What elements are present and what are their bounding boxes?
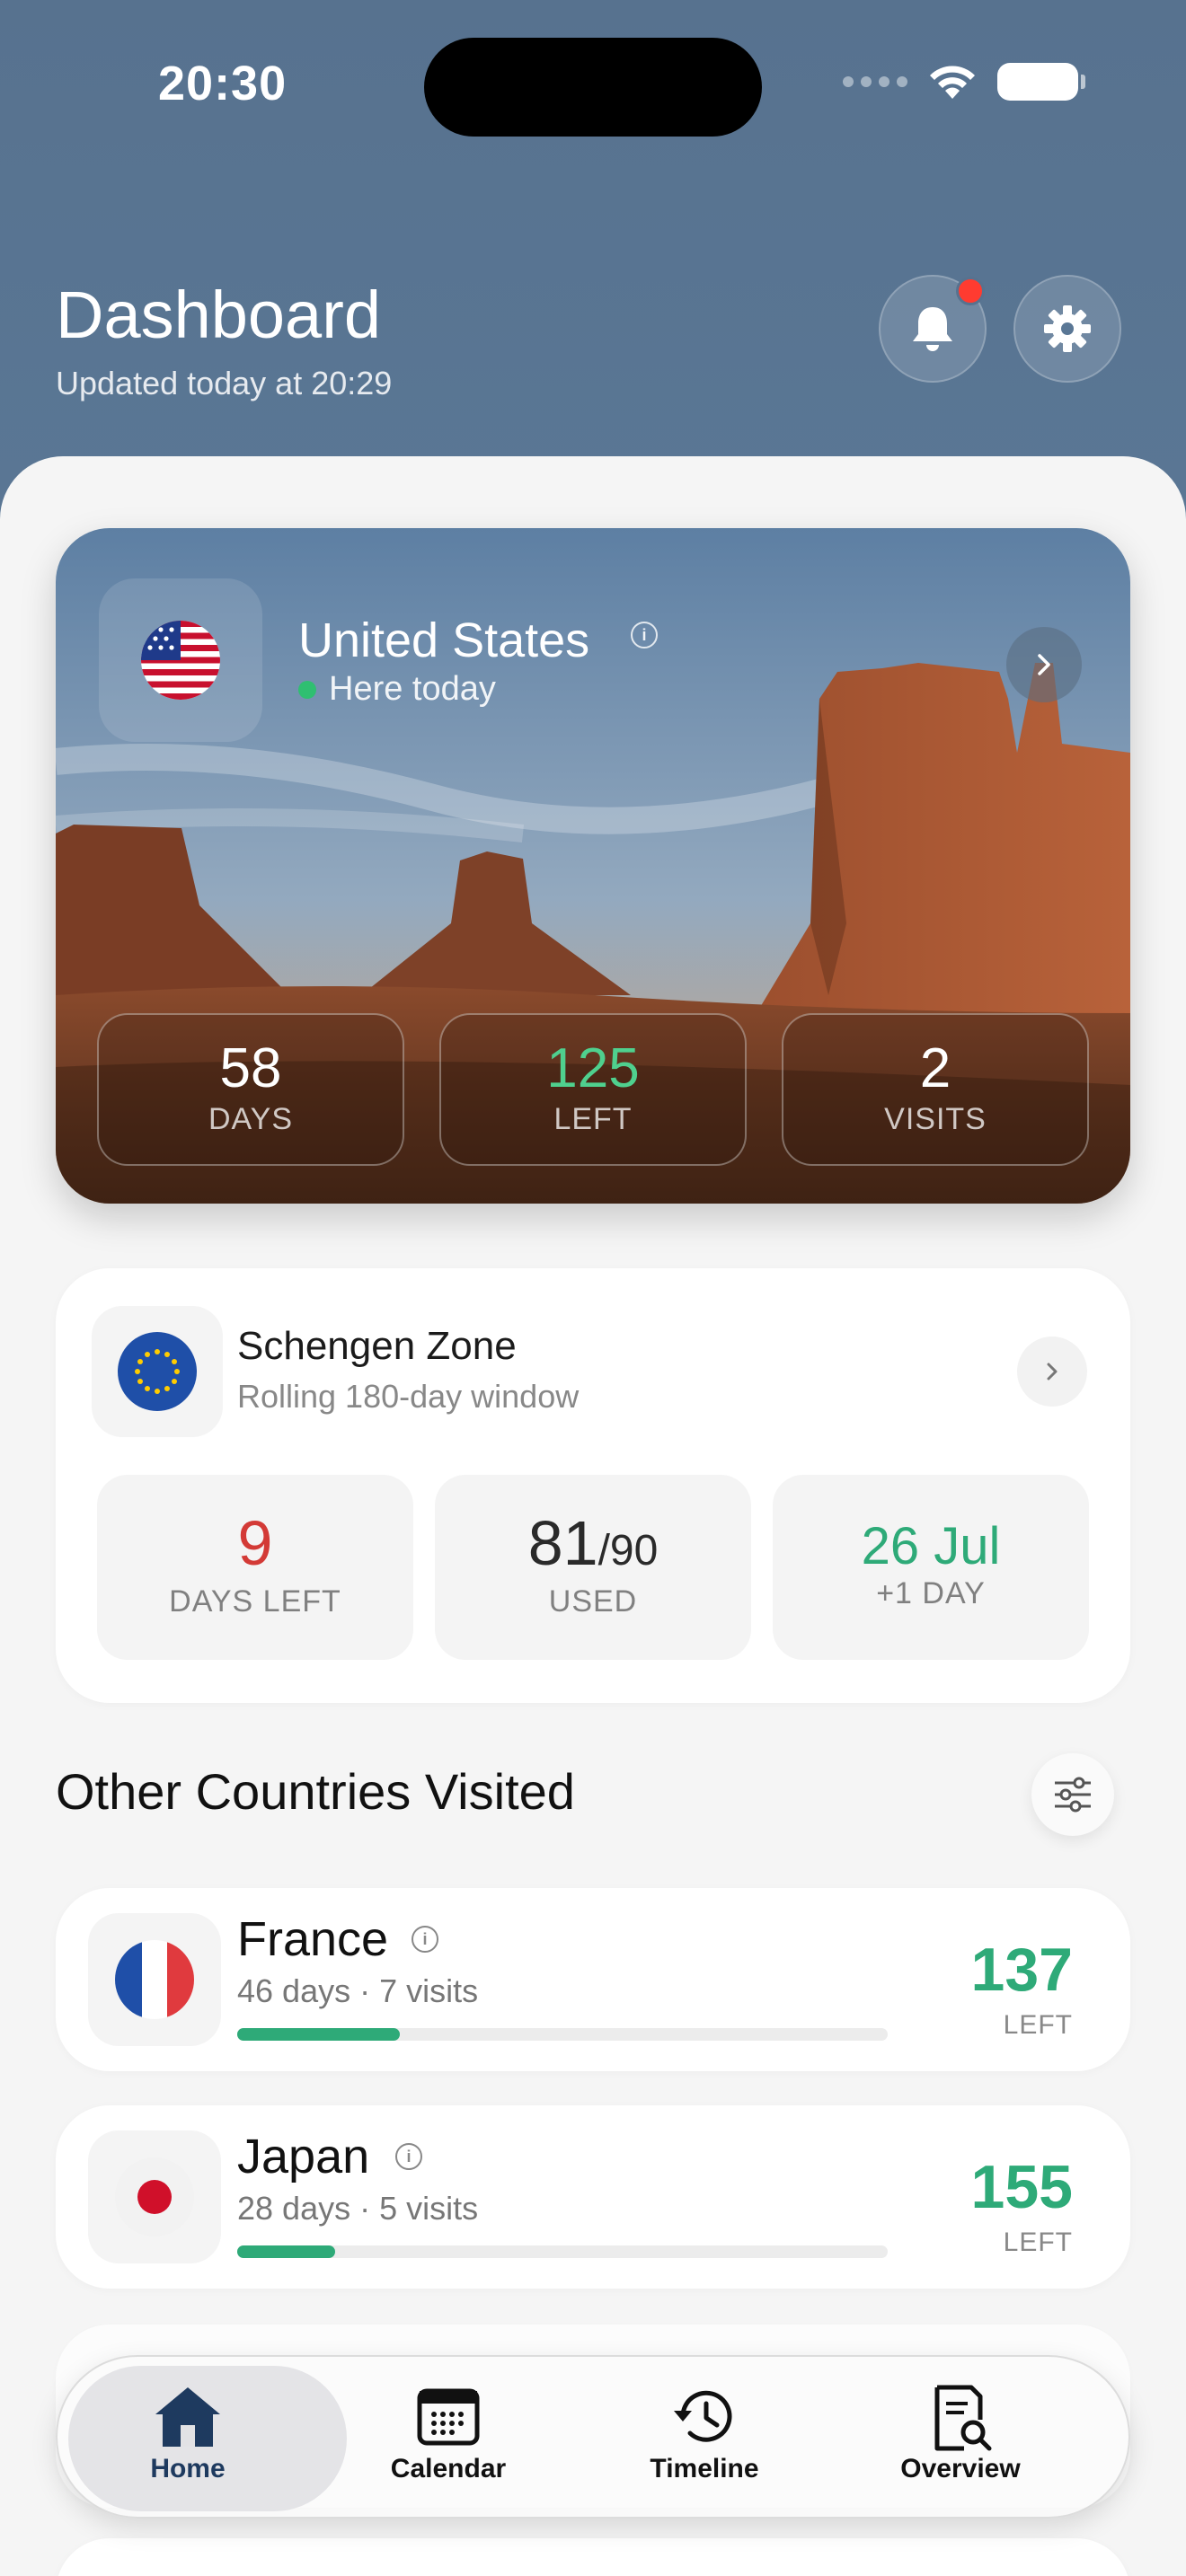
bottom-tab-bar: Home Calendar Timeline Overview <box>56 2355 1130 2519</box>
settings-button[interactable] <box>1013 275 1121 383</box>
tab-label: Overview <box>900 2454 1021 2483</box>
gear-icon <box>1044 305 1091 352</box>
country-meta: 46 days · 7 visits <box>237 1972 479 2009</box>
eu-flag-icon <box>118 1332 197 1411</box>
jp-flag-container <box>88 2130 221 2263</box>
schengen-subtitle: Rolling 180-day window <box>237 1378 580 1415</box>
schengen-days-left: 9 DAYS LEFT <box>97 1475 413 1660</box>
us-flag-icon <box>141 621 220 700</box>
days-left-label: DAYS LEFT <box>169 1584 341 1619</box>
notification-badge <box>956 277 985 305</box>
visits-stat: 2 VISITS <box>782 1013 1089 1166</box>
days-left-label: LEFT <box>1003 2228 1073 2257</box>
info-icon[interactable]: i <box>395 2143 422 2170</box>
schengen-next-date: 26 Jul +1 DAY <box>773 1475 1089 1660</box>
days-left-label: LEFT <box>1003 2010 1073 2040</box>
country-meta: 28 days · 5 visits <box>237 2190 479 2227</box>
tab-label: Timeline <box>650 2454 759 2483</box>
days-value: 58 <box>219 1037 282 1099</box>
page-title: Dashboard <box>56 278 382 352</box>
progress-track <box>237 2028 888 2041</box>
wifi-icon <box>930 66 975 99</box>
days-label: DAYS <box>208 1102 294 1136</box>
history-icon <box>674 2390 732 2442</box>
presence-status: Here today <box>298 670 496 709</box>
left-label: LEFT <box>553 1102 633 1136</box>
list-item-france[interactable]: France i 46 days · 7 visits 137 LEFT <box>56 1888 1130 2071</box>
days-left-value: 137 <box>970 1936 1073 2004</box>
dynamic-island <box>424 38 762 137</box>
status-time: 20:30 <box>158 57 288 110</box>
next-date-value: 26 Jul <box>861 1517 1001 1575</box>
us-flag-container <box>99 578 262 742</box>
used-label: USED <box>548 1584 638 1619</box>
document-search-icon <box>934 2385 992 2451</box>
schengen-title: Schengen Zone <box>237 1324 517 1368</box>
house-icon <box>155 2387 220 2447</box>
current-country-card[interactable]: United States i Here today 58 DAYS 125 L… <box>56 528 1130 1204</box>
cellular-signal-icon <box>843 76 907 87</box>
info-icon[interactable]: i <box>631 622 658 648</box>
next-date-label: +1 DAY <box>876 1576 986 1610</box>
visits-value: 2 <box>919 1037 951 1099</box>
tab-timeline[interactable]: Timeline <box>574 2357 835 2520</box>
progress-track <box>237 2245 888 2258</box>
chevron-right-icon <box>1047 1363 1058 1381</box>
tab-label: Calendar <box>390 2454 507 2483</box>
left-stat: 125 LEFT <box>439 1013 747 1166</box>
tab-label: Home <box>150 2454 226 2483</box>
used-total: /90 <box>597 1527 659 1575</box>
visits-label: VISITS <box>884 1102 987 1136</box>
eu-flag-container <box>92 1306 223 1437</box>
calendar-icon <box>417 2388 480 2446</box>
days-left-value: 9 <box>237 1508 273 1578</box>
schengen-detail-button[interactable] <box>1017 1337 1087 1407</box>
info-icon[interactable]: i <box>412 1926 438 1953</box>
fr-flag-container <box>88 1913 221 2046</box>
sliders-icon <box>1055 1777 1091 1813</box>
chevron-right-icon <box>1038 654 1050 675</box>
schengen-used: 81/90 USED <box>435 1475 751 1660</box>
notifications-button[interactable] <box>879 275 987 383</box>
jp-flag-icon <box>115 2157 194 2236</box>
bell-icon <box>913 307 952 351</box>
fr-flag-icon <box>115 1940 194 2019</box>
days-left-value: 155 <box>970 2153 1073 2221</box>
country-name: Japan <box>237 2130 370 2183</box>
tab-overview[interactable]: Overview <box>830 2357 1091 2520</box>
tab-home[interactable]: Home <box>58 2357 347 2520</box>
progress-fill <box>237 2245 335 2258</box>
progress-fill <box>237 2028 400 2041</box>
list-item-japan[interactable]: Japan i 28 days · 5 visits 155 LEFT <box>56 2105 1130 2289</box>
left-value: 125 <box>546 1037 640 1099</box>
country-name: France <box>237 1912 389 1966</box>
used-value: 81 <box>527 1508 598 1578</box>
tab-calendar[interactable]: Calendar <box>318 2357 579 2520</box>
days-stat: 58 DAYS <box>97 1013 404 1166</box>
status-icons <box>843 63 1085 101</box>
list-item-partial[interactable] <box>56 2538 1130 2576</box>
last-updated-text: Updated today at 20:29 <box>56 365 393 401</box>
presence-status-text: Here today <box>329 670 496 708</box>
filter-button[interactable] <box>1031 1753 1114 1836</box>
battery-icon <box>997 63 1085 101</box>
section-title: Other Countries Visited <box>56 1763 575 1820</box>
schengen-card[interactable]: Schengen Zone Rolling 180-day window 9 D… <box>56 1268 1130 1703</box>
here-indicator-dot <box>298 680 316 699</box>
country-detail-button[interactable] <box>1006 627 1082 702</box>
current-country-name: United States <box>298 613 590 667</box>
